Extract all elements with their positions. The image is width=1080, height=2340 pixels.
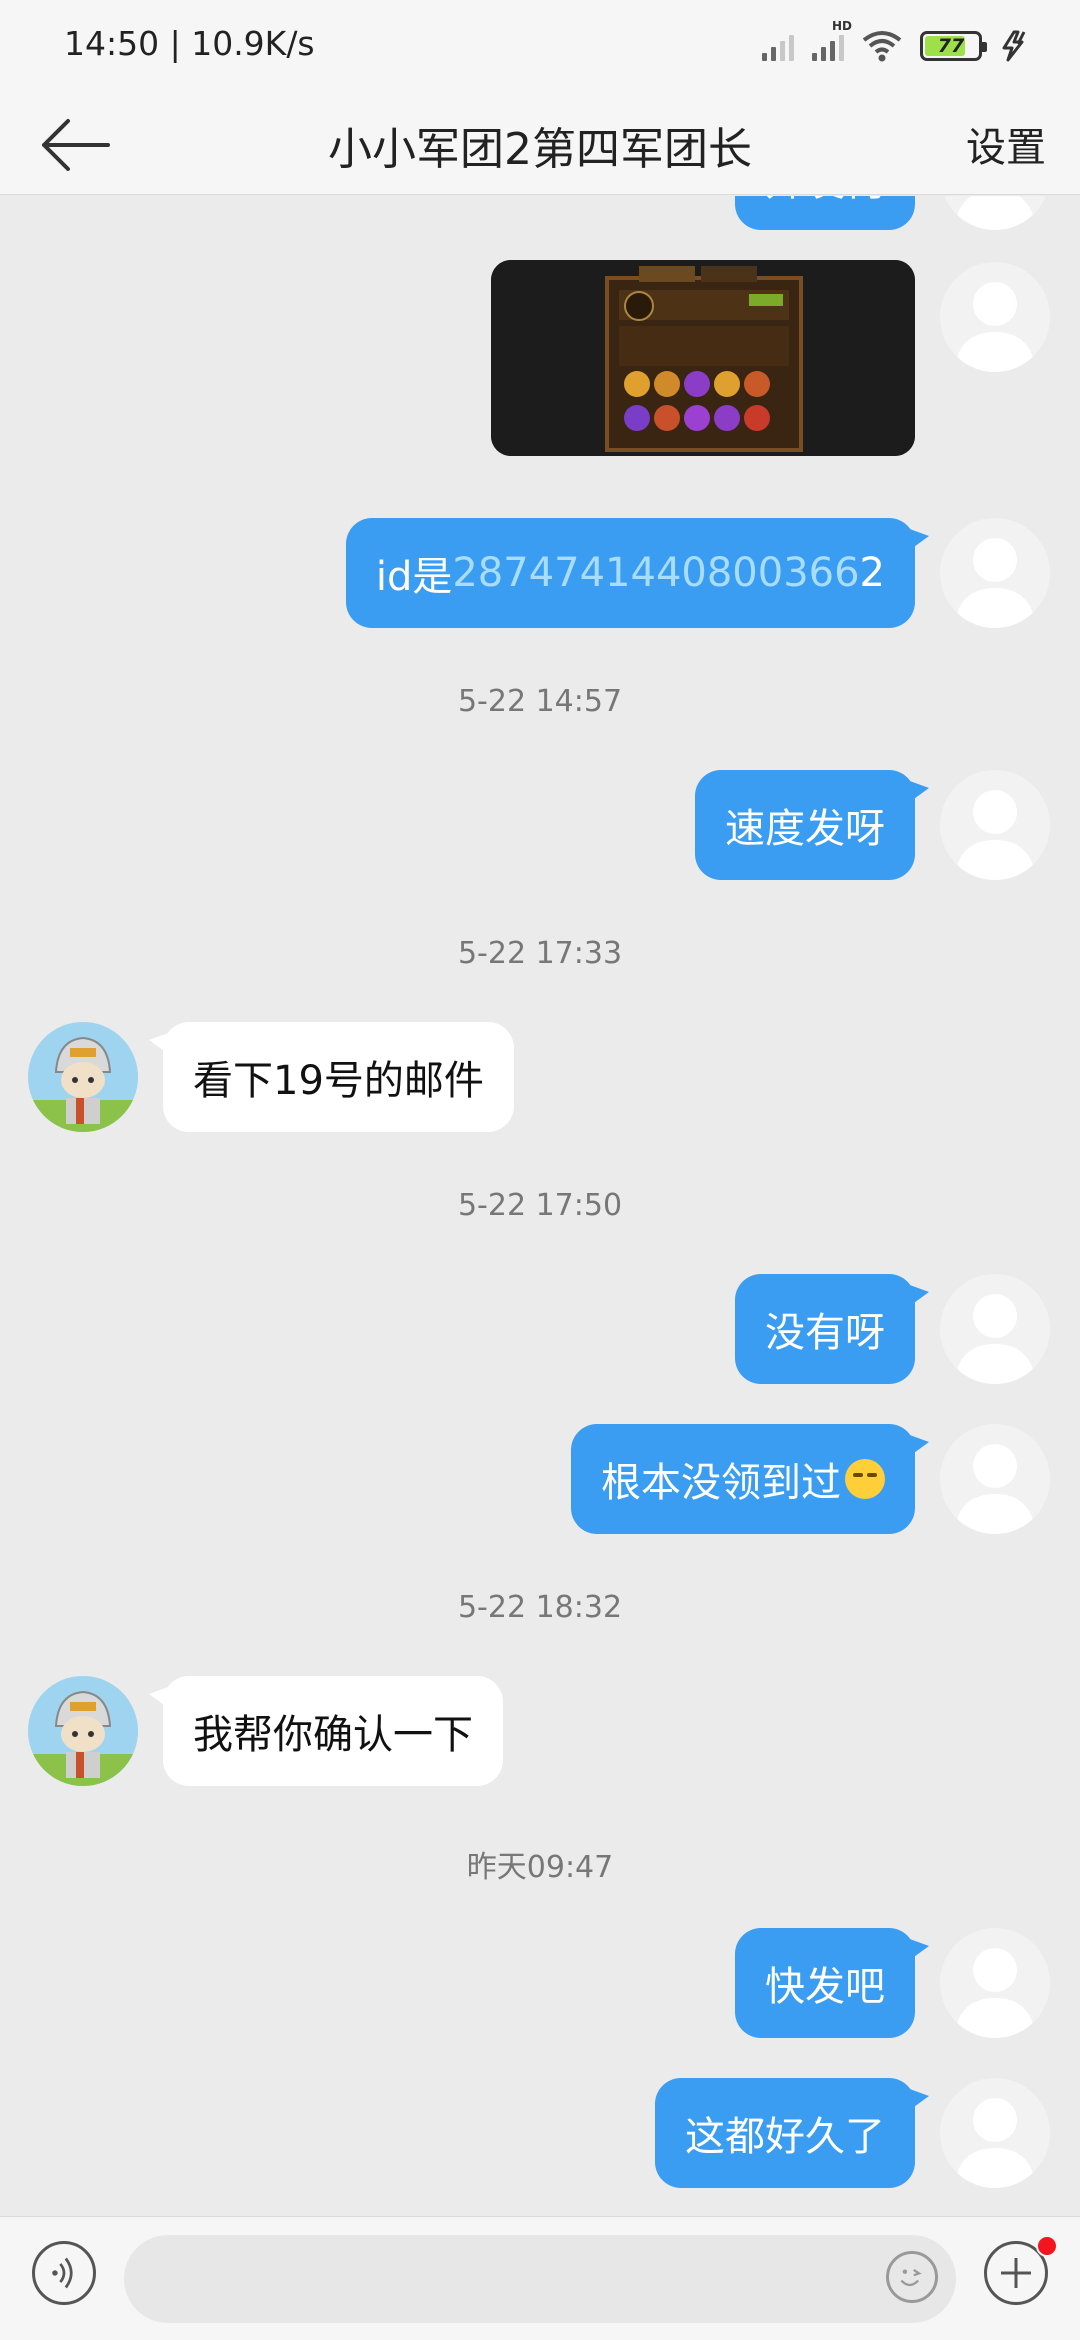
contact-avatar[interactable] bbox=[28, 1022, 138, 1132]
battery-percent: 77 bbox=[937, 35, 965, 57]
message-text: 开发何 bbox=[765, 196, 885, 207]
signal-icon bbox=[762, 31, 794, 61]
message-text: 根本没领到过 bbox=[601, 1460, 841, 1506]
chat-title: 小小军团2第四军团长 bbox=[328, 124, 752, 175]
contact-avatar[interactable] bbox=[28, 1676, 138, 1786]
settings-button[interactable]: 设置 bbox=[966, 115, 1046, 173]
message-text: 看下19号的邮件 bbox=[193, 1058, 484, 1104]
id-link[interactable]: 2874741440800366 bbox=[452, 550, 859, 596]
message-timestamp: 5-22 18:32 bbox=[457, 1590, 623, 1625]
outgoing-message-bubble[interactable]: 速度发呀 bbox=[695, 770, 929, 880]
message-timestamp: 5-22 14:57 bbox=[457, 684, 623, 719]
incoming-message-bubble[interactable]: 我帮你确认一下 bbox=[149, 1676, 503, 1786]
wifi-icon bbox=[862, 31, 902, 62]
my-avatar[interactable] bbox=[940, 2078, 1050, 2188]
voice-icon bbox=[52, 2257, 73, 2289]
message-text: id是 bbox=[375, 554, 453, 600]
outgoing-message-bubble[interactable]: 没有呀 bbox=[735, 1274, 929, 1384]
my-avatar[interactable] bbox=[940, 262, 1050, 372]
outgoing-message-bubble[interactable]: 快发吧 bbox=[735, 1928, 929, 2038]
chat-header: 小小军团2第四军团长 设置 bbox=[0, 95, 1080, 195]
status-time: 14:50 | 10.9K/s bbox=[64, 24, 315, 63]
emoji-button[interactable] bbox=[886, 2251, 938, 2303]
notification-dot bbox=[1036, 2235, 1058, 2257]
my-avatar[interactable] bbox=[940, 770, 1050, 880]
battery-icon: 77 bbox=[920, 31, 987, 61]
my-avatar[interactable] bbox=[940, 1274, 1050, 1384]
message-text: 这都好久了 bbox=[685, 2114, 885, 2160]
my-avatar[interactable] bbox=[940, 196, 1050, 230]
outgoing-message-bubble[interactable]: 开发何 bbox=[735, 196, 915, 230]
message-input[interactable] bbox=[124, 2235, 956, 2323]
message-text: 没有呀 bbox=[765, 1310, 885, 1356]
charging-icon bbox=[1002, 30, 1026, 62]
hd-signal-icon: HD bbox=[812, 19, 852, 61]
my-avatar[interactable] bbox=[940, 518, 1050, 628]
emoji-icon bbox=[900, 2269, 922, 2287]
message-list[interactable]: 开发何 bbox=[0, 196, 1080, 2216]
message-text: 速度发呀 bbox=[725, 806, 885, 852]
smirk-emoji-icon bbox=[845, 1459, 885, 1499]
voice-input-button[interactable] bbox=[32, 2241, 96, 2305]
hd-label: HD bbox=[832, 19, 853, 33]
outgoing-message-bubble[interactable]: id是 2874741440800366 2 bbox=[345, 518, 930, 628]
message-text: 快发吧 bbox=[765, 1964, 885, 2010]
outgoing-message-bubble[interactable]: 根本没领到过 bbox=[571, 1424, 929, 1534]
status-icons: HD 77 bbox=[762, 19, 1030, 66]
message-text: 我帮你确认一下 bbox=[193, 1712, 473, 1758]
incoming-message-bubble[interactable]: 看下19号的邮件 bbox=[149, 1022, 514, 1132]
status-bar: 14:50 | 10.9K/s HD 77 bbox=[0, 0, 1080, 95]
my-avatar[interactable] bbox=[940, 1424, 1050, 1534]
my-avatar[interactable] bbox=[940, 1928, 1050, 2038]
image-message[interactable] bbox=[491, 260, 915, 456]
input-bar bbox=[0, 2216, 1080, 2340]
message-timestamp: 昨天09:47 bbox=[466, 1850, 614, 1885]
message-timestamp: 5-22 17:33 bbox=[457, 936, 623, 971]
message-text: 2 bbox=[859, 550, 885, 596]
message-timestamp: 5-22 17:50 bbox=[457, 1188, 623, 1223]
outgoing-message-bubble[interactable]: 这都好久了 bbox=[655, 2078, 929, 2188]
